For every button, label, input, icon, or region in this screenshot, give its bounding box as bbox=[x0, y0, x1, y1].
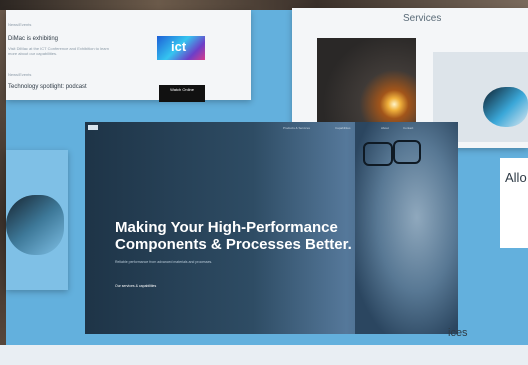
hero-headline: Making Your High-Performance Components … bbox=[115, 219, 352, 253]
news-body: Visit DiMac at the ICT Conference and Ex… bbox=[8, 46, 110, 56]
nav-item[interactable]: Capabilities bbox=[335, 126, 351, 130]
hero-subcopy: Reliable performance from advanced mater… bbox=[115, 260, 213, 264]
bottom-panel: ices bbox=[0, 327, 528, 365]
nav-item[interactable]: Contact bbox=[403, 126, 413, 130]
ict-logo: ict bbox=[157, 36, 205, 60]
section-label: News/Events bbox=[8, 22, 32, 27]
hero-cta[interactable]: Our services & capabilities bbox=[115, 284, 156, 288]
glasses-icon bbox=[363, 142, 393, 166]
nav-item[interactable]: Products & Services bbox=[283, 126, 310, 130]
services-title: Services bbox=[403, 13, 442, 24]
sparks-image bbox=[317, 38, 416, 123]
shoe-image bbox=[483, 87, 528, 127]
news-headline[interactable]: DiMac is exhibiting bbox=[8, 36, 58, 42]
watch-badge[interactable]: Watch Online bbox=[159, 85, 205, 102]
card-title: Allo bbox=[505, 170, 527, 185]
person-image bbox=[355, 122, 458, 334]
article-card: Allo bbox=[500, 158, 528, 248]
logo[interactable] bbox=[88, 125, 98, 130]
news-headline[interactable]: Technology spotlight: podcast bbox=[8, 84, 87, 90]
glasses-icon bbox=[393, 140, 421, 164]
section-label: News/Events bbox=[8, 72, 32, 77]
shoe-image bbox=[6, 195, 64, 255]
left-product-panel bbox=[6, 150, 68, 290]
hero-screenshot: Products & Services Capabilities About C… bbox=[85, 122, 458, 334]
news-panel: News/Events DiMac is exhibiting Visit Di… bbox=[6, 10, 251, 100]
partial-title: ices bbox=[448, 327, 468, 339]
nav-item[interactable]: About bbox=[381, 126, 389, 130]
